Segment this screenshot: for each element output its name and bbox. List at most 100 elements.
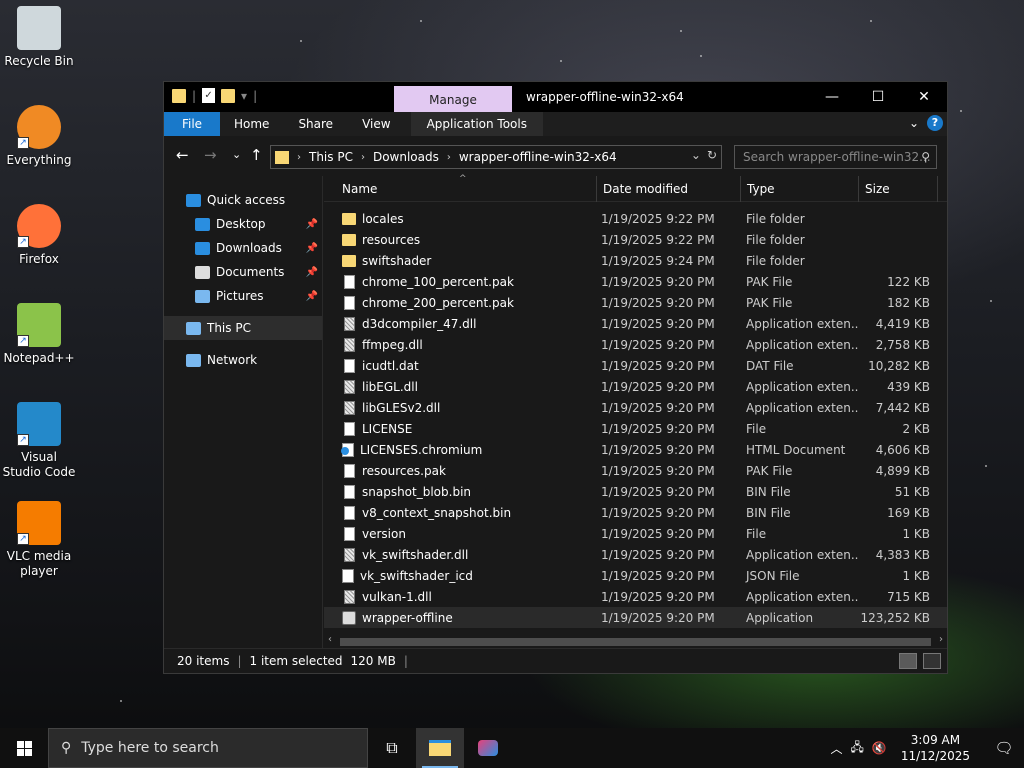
forward-button[interactable]: →: [204, 146, 217, 164]
file-row[interactable]: v8_context_snapshot.bin 1/19/2025 9:20 PM…: [324, 502, 947, 523]
show-hidden-icons-icon[interactable]: ︿: [830, 740, 842, 757]
tab-view[interactable]: View: [348, 112, 410, 136]
file-row[interactable]: wrapper-offline 1/19/2025 9:20 PM Applicat…: [324, 607, 947, 628]
sidebar-item-pictures[interactable]: Pictures 📌: [164, 284, 322, 308]
file-row[interactable]: chrome_100_percent.pak 1/19/2025 9:20 PM P…: [324, 271, 947, 292]
desktop-icon-3[interactable]: ↗ Notepad++: [2, 303, 76, 366]
file-row[interactable]: icudtl.dat 1/19/2025 9:20 PM DAT File 10,28…: [324, 355, 947, 376]
file-row[interactable]: vk_swiftshader_icd 1/19/2025 9:20 PM JSON …: [324, 565, 947, 586]
selection-size: 120 MB: [350, 654, 396, 668]
new-folder-icon[interactable]: [221, 88, 236, 103]
file-date-modified: 1/19/2025 9:20 PM: [601, 568, 715, 583]
system-tray: ︿ 🖧 🔇 3:09 AM 11/12/2025 🗨: [830, 728, 1024, 768]
large-icons-view-button[interactable]: [923, 653, 941, 669]
column-size[interactable]: Size: [859, 176, 938, 202]
sidebar-item-documents[interactable]: Documents 📌: [164, 260, 322, 284]
breadcrumb-this-pc[interactable]: This PC: [309, 150, 353, 164]
breadcrumb-downloads[interactable]: Downloads: [373, 150, 439, 164]
file-row[interactable]: snapshot_blob.bin 1/19/2025 9:20 PM BIN Fi…: [324, 481, 947, 502]
breadcrumb-current-folder[interactable]: wrapper-offline-win32-x64: [459, 150, 617, 164]
dll-icon: [343, 400, 355, 415]
clock[interactable]: 3:09 AM 11/12/2025: [895, 732, 976, 764]
file-explorer-window[interactable]: | ✓ ▾ | Manage wrapper-offline-win32-x64…: [163, 81, 948, 674]
file-row[interactable]: vk_swiftshader.dll 1/19/2025 9:20 PM Appli…: [324, 544, 947, 565]
help-icon[interactable]: ?: [927, 115, 943, 131]
file-row[interactable]: locales 1/19/2025 9:22 PM File folder: [324, 208, 947, 229]
expand-ribbon-icon[interactable]: ⌄: [909, 116, 919, 130]
file-row[interactable]: vulkan-1.dll 1/19/2025 9:20 PM Application…: [324, 586, 947, 607]
file-type: PAK File: [746, 295, 793, 310]
desktop-icon-5[interactable]: ↗ VLC media player: [2, 501, 76, 579]
taskbar-app[interactable]: [464, 728, 512, 768]
sidebar-item-quick-access[interactable]: Quick access: [164, 188, 322, 212]
up-button[interactable]: ↑: [250, 146, 263, 164]
file-row[interactable]: libEGL.dll 1/19/2025 9:20 PM Application e…: [324, 376, 947, 397]
tab-file[interactable]: File: [164, 112, 220, 136]
notifications-icon[interactable]: 🗨: [984, 739, 1024, 757]
start-button[interactable]: [0, 728, 48, 768]
close-button[interactable]: ✕: [901, 82, 947, 112]
desktop-icon-1[interactable]: ↗ Everything: [2, 105, 76, 168]
taskbar-file-explorer[interactable]: [416, 728, 464, 768]
file-date-modified: 1/19/2025 9:22 PM: [601, 211, 715, 226]
file-row[interactable]: d3dcompiler_47.dll 1/19/2025 9:20 PM Appli…: [324, 313, 947, 334]
taskbar-search[interactable]: ⚲ Type here to search: [48, 728, 368, 768]
column-type[interactable]: Type: [741, 176, 859, 202]
vlc-icon: ↗: [17, 501, 61, 545]
network-icon[interactable]: 🖧: [850, 738, 863, 759]
file-row[interactable]: LICENSES.chromium 1/19/2025 9:20 PM HTML D…: [324, 439, 947, 460]
desktop-icon-0[interactable]: Recycle Bin: [2, 6, 76, 69]
sidebar-item-label: Desktop: [216, 217, 266, 231]
sidebar-item-downloads[interactable]: Downloads 📌: [164, 236, 322, 260]
file-type: Application exten...: [746, 400, 859, 415]
file-type: Application exten...: [746, 337, 859, 352]
back-button[interactable]: ←: [176, 146, 189, 164]
minimize-button[interactable]: —: [809, 82, 855, 112]
tab-manage[interactable]: Manage: [394, 86, 512, 112]
recent-locations-button[interactable]: ⌄: [232, 148, 241, 161]
title-bar[interactable]: | ✓ ▾ | Manage wrapper-offline-win32-x64…: [164, 82, 947, 112]
file-row[interactable]: chrome_200_percent.pak 1/19/2025 9:20 PM P…: [324, 292, 947, 313]
file-row[interactable]: swiftshader 1/19/2025 9:24 PM File folder: [324, 250, 947, 271]
vscode-icon: ↗: [17, 402, 61, 446]
scroll-left-icon[interactable]: ‹: [328, 634, 332, 645]
task-view-button[interactable]: ⧉: [368, 728, 416, 768]
search-input[interactable]: Search wrapper-offline-win32... ⚲: [734, 145, 937, 169]
scrollbar-thumb[interactable]: [340, 638, 931, 646]
desktop-icon-label: Firefox: [19, 252, 59, 266]
file-name: version: [362, 526, 406, 541]
desktop-icon-2[interactable]: ↗ Firefox: [2, 204, 76, 267]
recycle-bin-icon: [17, 6, 61, 50]
sidebar-item-this-pc[interactable]: This PC: [164, 316, 322, 340]
sidebar-item-label: Quick access: [207, 193, 286, 207]
details-view-button[interactable]: [899, 653, 917, 669]
tab-application-tools[interactable]: Application Tools: [410, 112, 543, 136]
file-date-modified: 1/19/2025 9:20 PM: [601, 526, 715, 541]
desktop-icon-4[interactable]: ↗ Visual Studio Code: [2, 402, 76, 480]
desktop-icon: [195, 217, 210, 231]
file-row[interactable]: resources.pak 1/19/2025 9:20 PM PAK File 4,…: [324, 460, 947, 481]
tab-home[interactable]: Home: [220, 112, 284, 136]
tab-share[interactable]: Share: [284, 112, 348, 136]
sidebar-item-network[interactable]: Network: [164, 348, 322, 372]
scroll-right-icon[interactable]: ›: [939, 634, 943, 645]
sidebar-item-label: Pictures: [216, 289, 264, 303]
file-type: File folder: [746, 253, 805, 268]
volume-muted-icon[interactable]: 🔇: [872, 741, 887, 755]
sidebar-item-desktop[interactable]: Desktop 📌: [164, 212, 322, 236]
status-bar: 20 items | 1 item selected 120 MB |: [164, 648, 947, 673]
file-row[interactable]: ffmpeg.dll 1/19/2025 9:20 PM Application e…: [324, 334, 947, 355]
file-row[interactable]: version 1/19/2025 9:20 PM File 1 KB: [324, 523, 947, 544]
folder-icon: [172, 88, 186, 103]
file-row[interactable]: libGLESv2.dll 1/19/2025 9:20 PM Applicatio…: [324, 397, 947, 418]
chevron-down-icon[interactable]: ▾: [241, 89, 247, 103]
file-row[interactable]: LICENSE 1/19/2025 9:20 PM File 2 KB: [324, 418, 947, 439]
address-bar[interactable]: › This PC › Downloads › wrapper-offline-…: [270, 145, 722, 169]
address-dropdown-icon[interactable]: ⌄: [691, 148, 701, 162]
file-row[interactable]: resources 1/19/2025 9:22 PM File folder: [324, 229, 947, 250]
column-date-modified[interactable]: Date modified: [597, 176, 741, 202]
properties-icon[interactable]: ✓: [202, 88, 216, 103]
file-date-modified: 1/19/2025 9:20 PM: [601, 610, 715, 625]
refresh-icon[interactable]: ↻: [707, 148, 717, 162]
maximize-button[interactable]: ☐: [855, 82, 901, 112]
